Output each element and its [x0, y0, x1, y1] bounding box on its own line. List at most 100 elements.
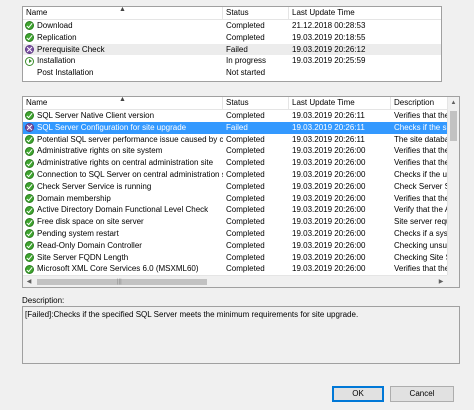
table-row[interactable]: Installation In progress 19.03.2019 20:25:…	[23, 55, 441, 67]
row-status: Completed	[226, 205, 265, 215]
row-status: Completed	[226, 181, 265, 191]
row-last-update-time: 19.03.2019 20:26:11	[292, 111, 365, 120]
col-header-name[interactable]: Name ▲	[23, 7, 223, 20]
col-header-name[interactable]: Name ▲	[23, 97, 223, 110]
table-row[interactable]: Read-Only Domain Controller Completed 19.0…	[23, 240, 447, 252]
vertical-scroll-thumb[interactable]	[450, 111, 457, 141]
table-row[interactable]: Active Directory Domain Functional Level…	[23, 204, 447, 216]
row-name-text: Download	[37, 21, 73, 30]
completed-check-icon	[25, 241, 34, 251]
row-description: Verifies that the co	[394, 193, 447, 203]
row-name: Download	[23, 20, 223, 32]
table-row[interactable]: Download Completed 21.12.2018 00:28:53	[23, 20, 441, 32]
row-last-update-time: 19.03.2019 20:26:00	[292, 193, 366, 203]
row-name-text: Domain membership	[37, 193, 111, 203]
table-row[interactable]: Prerequisite Check Failed 19.03.2019 20:26…	[23, 43, 441, 56]
prerequisite-checks-rows: SQL Server Native Client version Complete…	[23, 110, 447, 275]
row-name-text: Microsoft XML Core Services 6.0 (MSXML60…	[37, 264, 199, 274]
completed-check-icon	[25, 158, 34, 168]
row-name-text: Site Server FQDN Length	[37, 252, 129, 262]
prerequisite-checks-viewport: SQL Server Native Client version Complete…	[23, 110, 447, 275]
table-row[interactable]: Administrative rights on site system Comp…	[23, 145, 447, 157]
row-description: Verifies that the ver	[394, 111, 447, 120]
row-last-update-time: 19.03.2019 20:26:00	[292, 146, 366, 156]
completed-check-icon	[25, 229, 34, 239]
col-header-status[interactable]: Status	[223, 97, 289, 110]
row-status: Completed	[226, 111, 265, 120]
row-name-text: Replication	[37, 32, 77, 42]
col-header-status[interactable]: Status	[223, 7, 289, 20]
completed-check-icon	[25, 182, 34, 192]
table-row[interactable]: Connection to SQL Server on central admi…	[23, 169, 447, 181]
completed-check-icon	[25, 111, 34, 121]
row-description: Check Server Servi	[394, 181, 447, 191]
table-row[interactable]: Pending system restart Completed 19.03.201…	[23, 228, 447, 240]
row-status: Completed	[226, 134, 265, 144]
table-row[interactable]: Free disk space on site server Completed 1…	[23, 216, 447, 228]
vertical-scrollbar[interactable]: ▲	[447, 97, 459, 275]
horizontal-scrollbar[interactable]: ◀ ||| ▶	[23, 275, 447, 287]
row-name: Administrative rights on site system	[23, 145, 223, 157]
ok-button[interactable]: OK	[332, 386, 384, 402]
table-row[interactable]: Potential SQL server performance issue c…	[23, 134, 447, 146]
row-status: Failed	[226, 44, 248, 54]
row-name-text: Active Directory Domain Functional Level…	[37, 205, 209, 215]
in-progress-icon	[25, 56, 34, 66]
scroll-left-icon[interactable]: ◀	[23, 276, 35, 287]
row-last-update-time: 19.03.2019 20:26:00	[292, 158, 366, 168]
row-last-update-time: 21.12.2018 00:28:53	[292, 21, 366, 30]
row-description: Checks if the spec	[394, 122, 447, 132]
table-row[interactable]: Site Server FQDN Length Completed 19.03.20…	[23, 252, 447, 264]
horizontal-scroll-thumb[interactable]	[37, 279, 207, 285]
completed-check-icon	[25, 21, 34, 31]
scroll-up-icon[interactable]: ▲	[448, 97, 459, 109]
row-status: Completed	[226, 32, 265, 42]
row-name: Installation	[23, 55, 223, 67]
row-name-text: Connection to SQL Server on central admi…	[37, 169, 223, 179]
row-name: Post Installation	[23, 67, 223, 79]
table-row[interactable]: Microsoft XML Core Services 6.0 (MSXML60…	[23, 263, 447, 275]
completed-check-icon	[25, 217, 34, 227]
row-last-update-time: 19.03.2019 20:26:00	[292, 217, 366, 227]
not-started-icon	[25, 69, 34, 78]
row-last-update-time: 19.03.2019 20:26:00	[292, 252, 366, 262]
row-status: Completed	[226, 158, 265, 168]
scrollbar-corner	[447, 275, 459, 287]
scroll-right-icon[interactable]: ▶	[435, 276, 447, 287]
row-status: Completed	[226, 217, 265, 227]
table-row[interactable]: Administrative rights on central adminis…	[23, 157, 447, 169]
row-status: Completed	[226, 252, 265, 262]
row-status: In progress	[226, 56, 267, 66]
row-name-text: Installation	[37, 56, 76, 66]
row-status: Completed	[226, 240, 265, 250]
cancel-button[interactable]: Cancel	[390, 386, 454, 402]
description-label: Description:	[22, 296, 65, 305]
row-name-text: Administrative rights on site system	[37, 146, 163, 156]
prerequisite-checks-header: Name ▲ Status Last Update Time Descriptio…	[23, 97, 459, 110]
row-status: Not started	[226, 68, 266, 78]
table-row[interactable]: SQL Server Native Client version Complete…	[23, 110, 447, 122]
row-name: Potential SQL server performance issue c…	[23, 134, 223, 146]
row-status: Completed	[226, 193, 265, 203]
row-name: Prerequisite Check	[23, 44, 223, 56]
row-name-text: SQL Server Native Client version	[37, 111, 155, 120]
row-last-update-time: 19.03.2019 20:26:11	[292, 122, 365, 132]
row-last-update-time: 19.03.2019 20:26:00	[292, 181, 366, 191]
row-name-text: Check Server Service is running	[37, 181, 152, 191]
row-last-update-time	[289, 67, 441, 79]
table-row[interactable]: Check Server Service is running Completed…	[23, 181, 447, 193]
row-last-update-time: 19.03.2019 20:26:00	[292, 264, 366, 274]
row-name: Active Directory Domain Functional Level…	[23, 204, 223, 216]
table-row[interactable]: Post Installation Not started	[23, 67, 441, 79]
row-description: Verifies that the log	[394, 158, 447, 168]
row-name-text: Post Installation	[37, 68, 94, 78]
table-row[interactable]: SQL Server Configuration for site upgrad…	[23, 121, 447, 134]
col-header-last-update-time[interactable]: Last Update Time	[289, 7, 441, 20]
row-name: Site Server FQDN Length	[23, 252, 223, 264]
table-row[interactable]: Replication Completed 19.03.2019 20:18:55	[23, 32, 441, 44]
table-row[interactable]: Domain membership Completed 19.03.2019 20:…	[23, 193, 447, 205]
col-header-last-update-time[interactable]: Last Update Time	[289, 97, 391, 110]
row-name-text: Prerequisite Check	[37, 44, 105, 54]
row-status: Completed	[226, 169, 265, 179]
row-last-update-time: 19.03.2019 20:26:00	[292, 240, 366, 250]
